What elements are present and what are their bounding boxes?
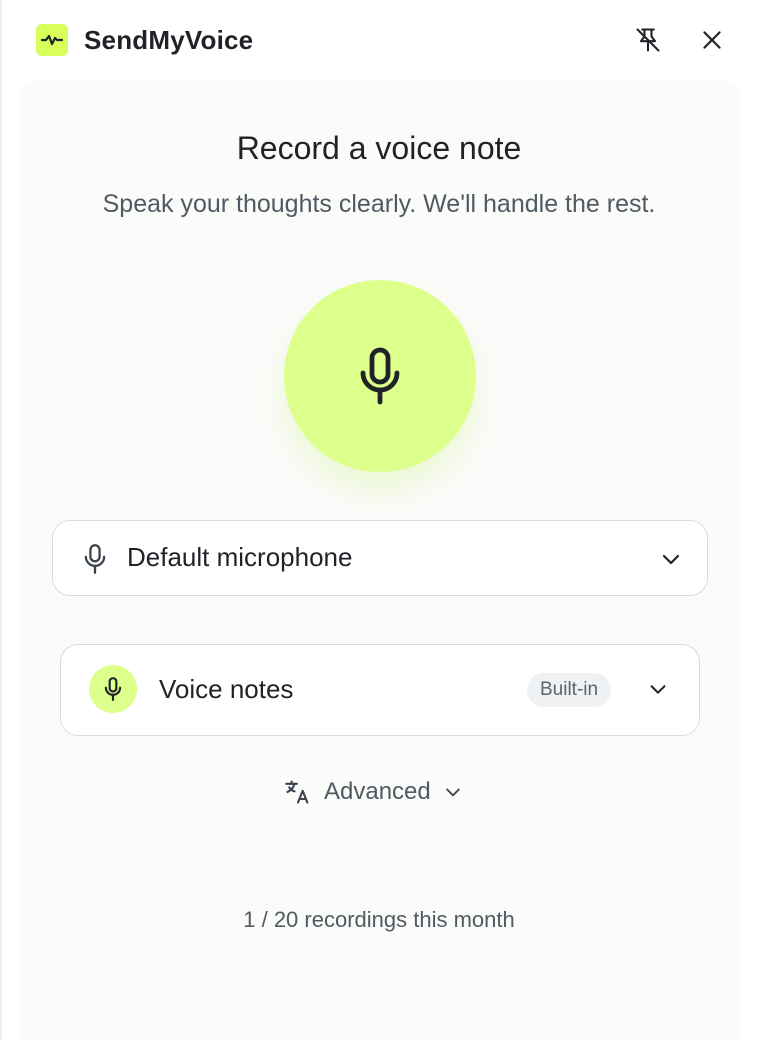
page-title: Record a voice note [236, 130, 522, 166]
app-logo [36, 24, 68, 56]
close-icon [703, 31, 721, 49]
header: SendMyVoice [0, 0, 758, 80]
waveform-icon [41, 34, 63, 46]
mode-select-value: Voice notes [159, 674, 294, 704]
mode-icon-badge [89, 665, 137, 713]
chevron-down-icon [446, 788, 460, 797]
usage-counter: 1 / 20 recordings this month [243, 907, 515, 932]
popup-window: SendMyVoice Record a voice note Speak yo… [0, 0, 758, 1040]
chevron-down-icon [662, 554, 680, 565]
built-in-badge: Built-in [527, 673, 612, 707]
unpin-button[interactable] [630, 22, 666, 58]
advanced-label: Advanced [324, 778, 431, 805]
chevron-down-icon [650, 685, 666, 694]
microphone-icon [104, 677, 122, 701]
mode-select[interactable]: Voice notes Built-in [60, 644, 700, 736]
page-subtitle: Speak your thoughts clearly. We'll handl… [102, 190, 656, 218]
app-title: SendMyVoice [84, 25, 254, 55]
advanced-toggle[interactable]: Advanced [284, 774, 463, 810]
translate-icon [285, 780, 309, 804]
microphone-icon [84, 544, 106, 574]
record-button[interactable] [284, 280, 476, 472]
microphone-icon [360, 347, 400, 405]
microphone-select[interactable]: Default microphone [52, 520, 708, 596]
close-button[interactable] [694, 22, 730, 58]
unpin-icon [636, 28, 660, 52]
microphone-select-value: Default microphone [127, 542, 353, 572]
